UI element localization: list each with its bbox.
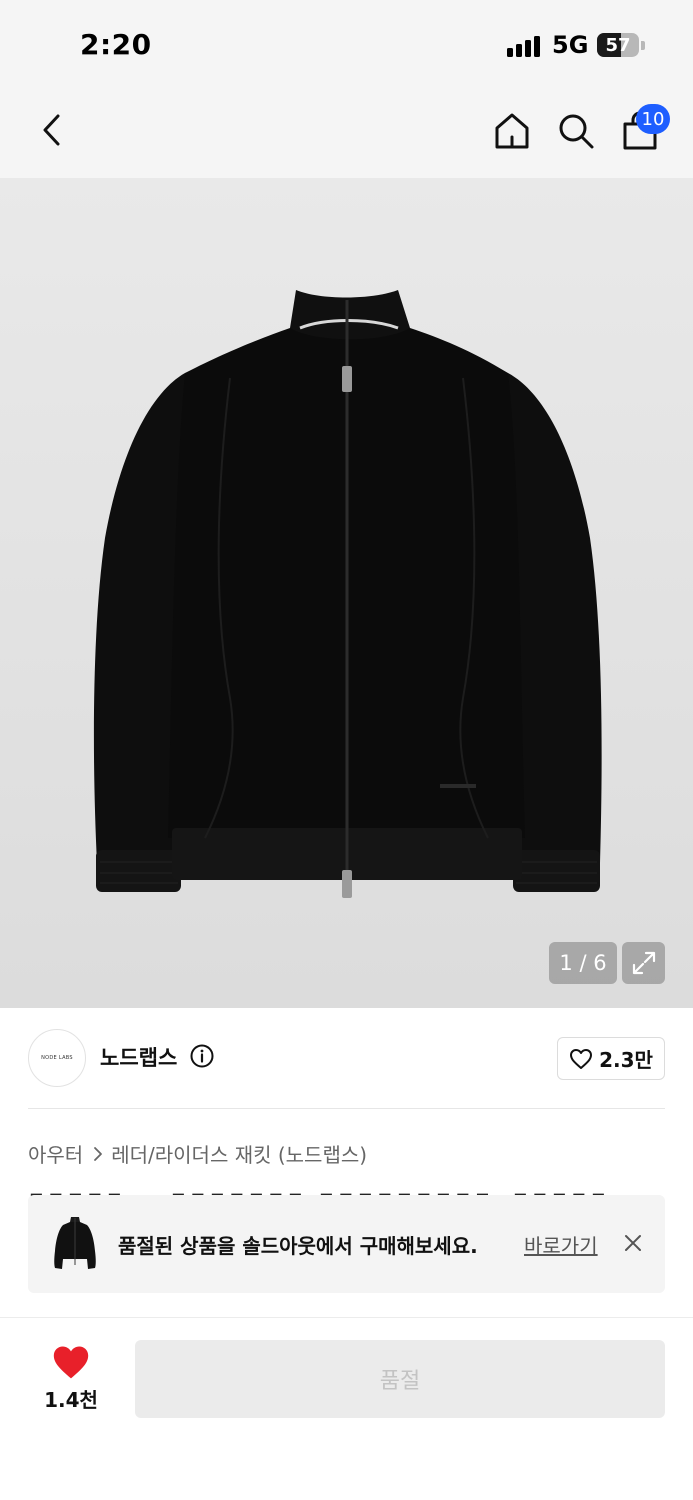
soldout-banner: 품절된 상품을 솔드아웃에서 구매해보세요. 바로가기	[28, 1195, 665, 1293]
expand-arrows-icon	[632, 951, 655, 975]
expand-image-button[interactable]	[622, 942, 665, 984]
heart-filled-icon	[53, 1346, 89, 1379]
search-button[interactable]	[553, 108, 599, 154]
brand-divider	[28, 1108, 665, 1109]
like-button[interactable]: 1.4천	[28, 1340, 114, 1418]
brand-info-button[interactable]	[190, 1044, 214, 1072]
brand-favorite-button[interactable]: 2.3만	[557, 1037, 665, 1080]
chevron-right-icon	[93, 1146, 103, 1162]
breadcrumb: 아우터 레더/라이더스 재킷 (노드랩스)	[28, 1139, 367, 1168]
top-nav-bar	[0, 90, 693, 178]
back-button[interactable]	[30, 108, 74, 152]
breadcrumb-category[interactable]: 아우터	[28, 1139, 83, 1168]
close-icon	[625, 1235, 641, 1251]
info-circle-icon	[190, 1044, 214, 1068]
home-icon	[495, 113, 529, 149]
soldout-shortcut-link[interactable]: 바로가기	[524, 1230, 598, 1259]
soldout-close-button[interactable]	[622, 1232, 644, 1254]
brand-logo[interactable]: NODE LABS	[28, 1029, 86, 1087]
battery-icon: 57	[597, 33, 639, 57]
soldout-message: 품절된 상품을 솔드아웃에서 구매해보세요.	[118, 1234, 478, 1258]
breadcrumb-subcategory[interactable]: 레더/라이더스 재킷 (노드랩스)	[111, 1139, 367, 1168]
like-count: 1.4천	[44, 1388, 98, 1412]
heart-outline-icon	[570, 1048, 593, 1069]
bottom-bar-divider	[0, 1317, 693, 1318]
battery-level: 57	[605, 34, 631, 56]
back-chevron-icon	[43, 114, 60, 146]
brand-row: NODE LABS 노드랩스 2.3만	[0, 1008, 693, 1108]
battery-cap	[641, 41, 645, 50]
brand-logo-text: NODE LABS	[41, 1055, 73, 1061]
product-image	[93, 290, 602, 898]
brand-favorite-count: 2.3만	[599, 1048, 653, 1072]
image-page-counter: 1 / 6	[549, 942, 617, 984]
network-label: 5G	[552, 31, 589, 59]
brand-name[interactable]: 노드랩스	[100, 1042, 177, 1072]
soldout-purchase-button: 품절	[135, 1340, 665, 1418]
cart-count-badge: 10	[636, 104, 670, 134]
signal-icon	[507, 35, 543, 57]
soldout-product-thumbnail	[50, 1215, 100, 1273]
status-time: 2:20	[80, 28, 152, 61]
status-bar: 2:20 5G 57	[0, 0, 693, 90]
search-icon	[559, 114, 594, 149]
product-image-gallery[interactable]	[0, 178, 693, 1008]
home-button[interactable]	[489, 108, 535, 154]
